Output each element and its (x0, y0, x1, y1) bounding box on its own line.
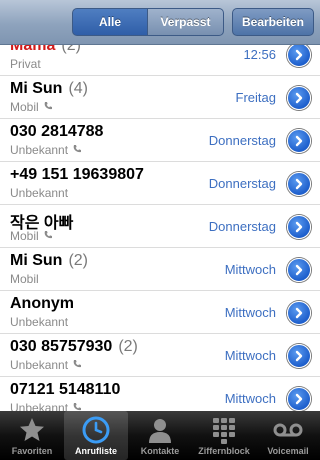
chevron-right-icon (295, 264, 303, 276)
chevron-right-icon (295, 135, 303, 147)
number-type-label: Mobil (10, 229, 39, 243)
caller-name: 030 2814788 (10, 123, 103, 141)
chevron-right-icon (295, 350, 303, 362)
detail-disclosure-button[interactable] (287, 387, 311, 411)
caller-name-text: 030 2814788 (10, 123, 104, 140)
chevron-right-icon (295, 393, 303, 405)
chevron-right-icon (295, 178, 303, 190)
caller-name: 07121 5148110 (10, 381, 120, 399)
call-row[interactable]: 07121 5148110 Unbekannt Mittwoch (0, 377, 320, 412)
caller-name-text: Mi Sun (10, 252, 63, 269)
caller-name: 030 85757930 (2) (10, 338, 138, 356)
caller-name: Anonym (10, 295, 74, 313)
chevron-right-icon (295, 307, 303, 319)
caller-name: +49 151 19639807 (10, 166, 144, 184)
tab-label: Kontakte (140, 446, 180, 456)
caller-name-text: +49 151 19639807 (10, 166, 144, 183)
star-icon (17, 415, 47, 445)
number-type: Unbekannt (10, 315, 68, 329)
keypad-icon (209, 415, 239, 445)
number-type-label: Unbekannt (10, 358, 69, 372)
tab-label: Favoriten (11, 446, 53, 456)
detail-disclosure-button[interactable] (287, 301, 311, 325)
outgoing-call-icon (72, 143, 82, 157)
number-type: Mobil (10, 229, 53, 243)
number-type-label: Unbekannt (10, 143, 69, 157)
call-row[interactable]: 작은 아빠 Mobil Donnerstag (0, 205, 320, 248)
navigation-bar: Alle Verpasst Bearbeiten (0, 0, 320, 45)
caller-name: Mama (2) (10, 45, 81, 55)
chevron-right-icon (295, 221, 303, 233)
clock-icon (81, 415, 111, 445)
chevron-right-icon (295, 92, 303, 104)
call-count: (2) (61, 45, 81, 54)
call-count: (4) (68, 80, 88, 97)
caller-name-text: Anonym (10, 295, 74, 312)
call-time: Mittwoch (224, 262, 276, 277)
voicemail-icon (272, 415, 304, 445)
call-row[interactable]: Mama (2) Privat 12:56 (0, 45, 320, 76)
call-time: Mittwoch (224, 391, 276, 406)
number-type-label: Privat (10, 57, 41, 71)
tab-anrufliste[interactable]: Anrufliste (64, 411, 128, 460)
tab-kontakte[interactable]: Kontakte (128, 411, 192, 460)
call-row[interactable]: 030 85757930 (2) Unbekannt Mittwoch (0, 334, 320, 377)
outgoing-call-icon (72, 358, 82, 372)
tab-label: Ziffernblock (198, 446, 250, 456)
tab-label: Voicemail (267, 446, 309, 456)
call-row[interactable]: 030 2814788 Unbekannt Donnerstag (0, 119, 320, 162)
detail-disclosure-button[interactable] (287, 129, 311, 153)
detail-disclosure-button[interactable] (287, 258, 311, 282)
call-row[interactable]: +49 151 19639807 Unbekannt Donnerstag (0, 162, 320, 205)
number-type: Unbekannt (10, 143, 82, 157)
call-row[interactable]: Anonym Unbekannt Mittwoch (0, 291, 320, 334)
number-type-label: Mobil (10, 272, 39, 286)
call-time: Donnerstag (208, 176, 276, 191)
call-row[interactable]: Mi Sun (2) Mobil Mittwoch (0, 248, 320, 291)
call-count: (2) (118, 338, 138, 355)
call-time: Donnerstag (208, 133, 276, 148)
number-type-label: Unbekannt (10, 186, 69, 200)
segment-missed[interactable]: Verpasst (148, 8, 224, 36)
number-type-label: Mobil (10, 100, 39, 114)
detail-disclosure-button[interactable] (287, 344, 311, 368)
call-time: Mittwoch (224, 305, 276, 320)
tab-label: Anrufliste (74, 446, 117, 456)
call-time: Mittwoch (224, 348, 276, 363)
segment-all[interactable]: Alle (72, 8, 148, 36)
tab-ziffernblock[interactable]: Ziffernblock (192, 411, 256, 460)
tab-favoriten[interactable]: Favoriten (0, 411, 64, 460)
tab-bar: Favoriten Anrufliste Kontakte Ziffernblock V… (0, 411, 320, 460)
caller-name-text: 07121 5148110 (10, 381, 121, 398)
detail-disclosure-button[interactable] (287, 45, 311, 67)
caller-name-text: Mi Sun (10, 80, 63, 97)
detail-disclosure-button[interactable] (287, 172, 311, 196)
recents-list[interactable]: Mama (2) Privat 12:56 Mi Sun (4) Mobil Freitag 0… (0, 45, 320, 412)
detail-disclosure-button[interactable] (287, 215, 311, 239)
outgoing-call-icon (43, 229, 53, 243)
tab-voicemail[interactable]: Voicemail (256, 411, 320, 460)
filter-segmented-control: Alle Verpasst (72, 8, 224, 36)
caller-name-text: 030 85757930 (10, 338, 113, 355)
caller-name-text: Mama (10, 45, 56, 54)
call-time: Donnerstag (208, 219, 276, 234)
number-type: Unbekannt (10, 186, 68, 200)
number-type: Unbekannt (10, 358, 82, 372)
number-type-label: Unbekannt (10, 315, 69, 329)
call-row[interactable]: Mi Sun (4) Mobil Freitag (0, 76, 320, 119)
call-count: (2) (68, 252, 88, 269)
chevron-right-icon (295, 49, 303, 61)
contact-icon (145, 415, 175, 445)
outgoing-call-icon (43, 100, 53, 114)
number-type: Mobil (10, 272, 39, 286)
number-type: Privat (10, 57, 41, 71)
caller-name: Mi Sun (2) (10, 252, 88, 270)
detail-disclosure-button[interactable] (287, 86, 311, 110)
caller-name: Mi Sun (4) (10, 80, 88, 98)
number-type: Mobil (10, 100, 53, 114)
edit-button[interactable]: Bearbeiten (232, 8, 314, 36)
call-time: Freitag (235, 90, 276, 105)
call-time: 12:56 (243, 47, 276, 62)
